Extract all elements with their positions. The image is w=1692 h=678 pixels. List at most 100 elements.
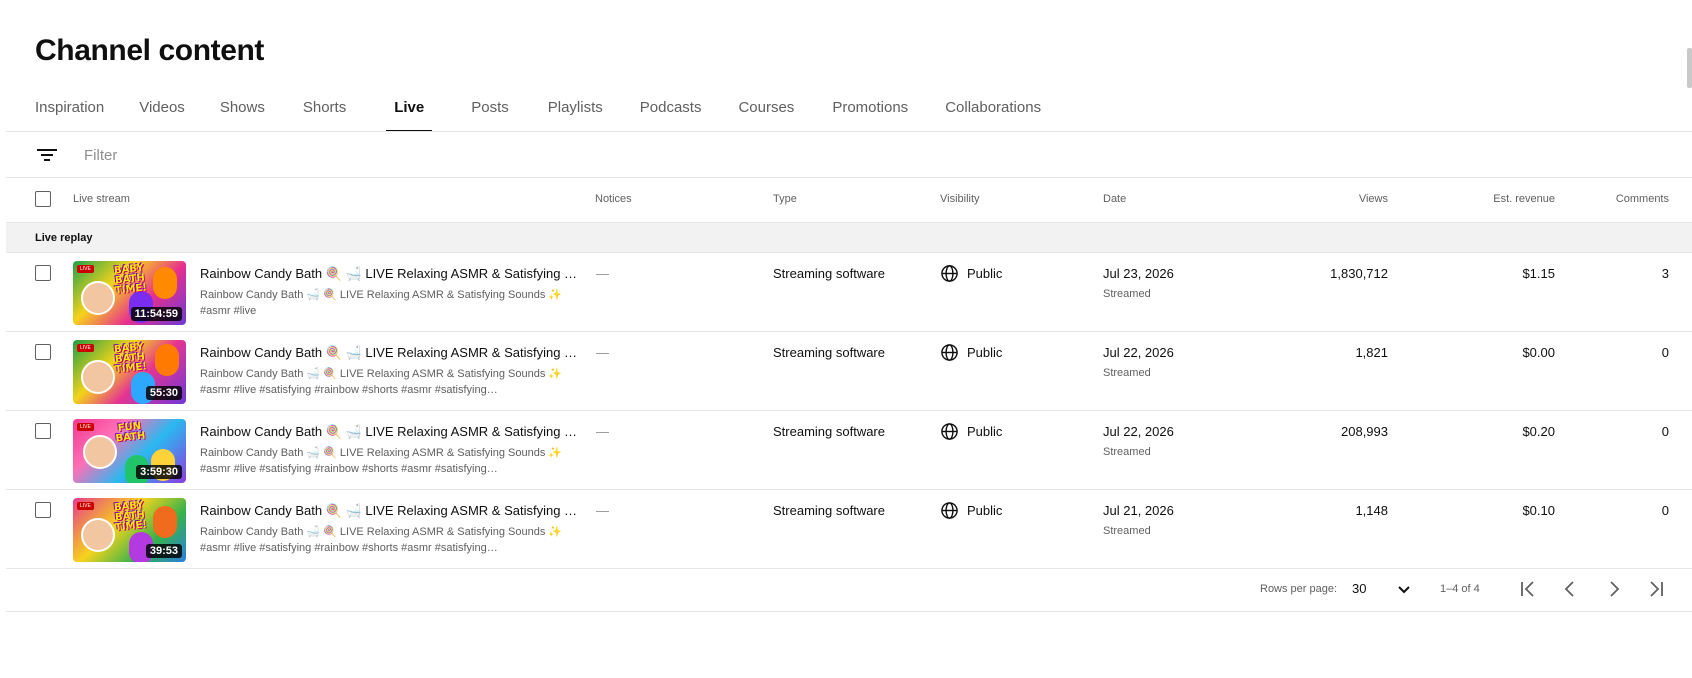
header-notices: Notices	[595, 193, 632, 205]
revenue-value: $0.20	[1522, 424, 1555, 439]
section-header-live-replay: Live replay	[6, 222, 1692, 253]
globe-icon	[941, 501, 958, 519]
type-value: Streaming software	[773, 503, 885, 518]
select-all-checkbox[interactable]	[35, 191, 51, 207]
description-line: Rainbow Candy Bath 🛁 🍭 LIVE Relaxing ASM…	[200, 289, 563, 301]
video-thumbnail[interactable]: LIVE BABY BATH TIME! 39:53	[73, 498, 186, 562]
row-checkbox[interactable]	[35, 344, 51, 360]
tab-playlists[interactable]: Playlists	[548, 92, 603, 132]
previous-page-icon[interactable]	[1557, 576, 1583, 602]
video-description: Rainbow Candy Bath 🛁 🍭 LIVE Relaxing ASM…	[200, 445, 580, 477]
type-value: Streaming software	[773, 266, 885, 281]
row-checkbox[interactable]	[35, 265, 51, 281]
header-type: Type	[773, 193, 797, 205]
date-status: Streamed	[1103, 525, 1151, 537]
header-views[interactable]: Views	[1359, 193, 1388, 205]
scrollbar-thumb[interactable]	[1687, 48, 1692, 88]
tab-promotions[interactable]: Promotions	[832, 92, 908, 132]
header-live-stream: Live stream	[73, 193, 130, 205]
tab-shorts[interactable]: Shorts	[303, 92, 346, 132]
live-badge-icon: LIVE	[77, 265, 94, 273]
tab-collaborations[interactable]: Collaborations	[945, 92, 1041, 132]
video-description: Rainbow Candy Bath 🛁 🍭 LIVE Relaxing ASM…	[200, 366, 580, 398]
visibility-dropdown[interactable]: Public	[940, 263, 1002, 283]
visibility-dropdown[interactable]: Public	[940, 421, 1002, 441]
globe-icon	[941, 343, 958, 361]
visibility-dropdown[interactable]: Public	[940, 500, 1002, 520]
date-status: Streamed	[1103, 367, 1151, 379]
date-value: Jul 22, 2026	[1103, 424, 1174, 439]
rows-per-page-label: Rows per page:	[1260, 583, 1338, 595]
date-value: Jul 21, 2026	[1103, 503, 1174, 518]
table-row[interactable]: LIVE BABY BATH TIME! 55:30 Rainbow Candy…	[6, 332, 1692, 411]
tab-live[interactable]: Live	[386, 92, 433, 132]
video-thumbnail[interactable]: LIVE BABY BATH TIME! 55:30	[73, 340, 186, 404]
views-value: 1,821	[1355, 345, 1388, 360]
visibility-dropdown[interactable]: Public	[940, 342, 1002, 362]
tab-videos[interactable]: Videos	[139, 92, 185, 132]
duration-badge: 3:59:30	[136, 465, 182, 479]
live-badge-icon: LIVE	[77, 502, 94, 510]
date-value: Jul 22, 2026	[1103, 345, 1174, 360]
header-comments[interactable]: Comments	[1616, 193, 1669, 205]
visibility-label: Public	[967, 502, 1003, 518]
live-badge-icon: LIVE	[77, 344, 94, 352]
chevron-down-icon[interactable]	[1392, 577, 1416, 601]
type-value: Streaming software	[773, 345, 885, 360]
description-tags: #asmr #live #satisfying #rainbow #shorts…	[200, 542, 498, 554]
visibility-label: Public	[967, 265, 1003, 281]
tab-inspiration[interactable]: Inspiration	[35, 92, 104, 132]
thumbnail-text: BABY BATH TIME!	[113, 262, 148, 297]
rows-per-page-select[interactable]: 30	[1352, 581, 1366, 596]
page-title: Channel content	[35, 34, 265, 67]
date-status: Streamed	[1103, 288, 1151, 300]
tab-shows[interactable]: Shows	[220, 92, 265, 132]
video-title[interactable]: Rainbow Candy Bath 🍭 🛁 LIVE Relaxing ASM…	[200, 345, 580, 361]
duration-badge: 39:53	[145, 544, 182, 558]
visibility-label: Public	[967, 423, 1003, 439]
header-revenue[interactable]: Est. revenue	[1493, 193, 1555, 205]
video-thumbnail[interactable]: LIVE BABY BATH TIME! 11:54:59	[73, 261, 186, 325]
comments-value: 0	[1661, 503, 1669, 518]
visibility-label: Public	[967, 344, 1003, 360]
duration-badge: 55:30	[145, 386, 182, 400]
table-header: Live stream Notices Type Visibility Date…	[6, 178, 1692, 222]
thumbnail-text: BABY BATH TIME!	[113, 341, 148, 376]
description-line: Rainbow Candy Bath 🛁 🍭 LIVE Relaxing ASM…	[200, 447, 563, 459]
description-tags: #asmr #live #satisfying #rainbow #shorts…	[200, 463, 498, 475]
notices-value: —	[596, 266, 609, 281]
video-thumbnail[interactable]: LIVE FUN BATH 3:59:30	[73, 419, 186, 483]
header-date: Date	[1103, 193, 1127, 205]
video-description: Rainbow Candy Bath 🛁 🍭 LIVE Relaxing ASM…	[200, 287, 580, 319]
views-value: 208,993	[1341, 424, 1388, 439]
filter-input[interactable]	[84, 142, 584, 168]
last-page-icon[interactable]	[1643, 576, 1669, 602]
comments-value: 0	[1661, 345, 1669, 360]
description-line: Rainbow Candy Bath 🛁 🍭 LIVE Relaxing ASM…	[200, 368, 563, 380]
row-checkbox[interactable]	[35, 502, 51, 518]
filter-lines-icon[interactable]	[34, 144, 60, 166]
pagination-bar: Rows per page: 30 1–4 of 4	[6, 567, 1692, 612]
date-status: Streamed	[1103, 446, 1151, 458]
table-row[interactable]: LIVE BABY BATH TIME! 11:54:59 Rainbow Ca…	[6, 253, 1692, 332]
views-value: 1,830,712	[1330, 266, 1388, 281]
section-label: Live replay	[35, 232, 93, 244]
video-title[interactable]: Rainbow Candy Bath 🍭 🛁 LIVE Relaxing ASM…	[200, 424, 580, 440]
tab-podcasts[interactable]: Podcasts	[640, 92, 702, 132]
video-title[interactable]: Rainbow Candy Bath 🍭 🛁 LIVE Relaxing ASM…	[200, 266, 580, 282]
comments-value: 3	[1661, 266, 1669, 281]
tab-posts[interactable]: Posts	[471, 92, 509, 132]
table-row[interactable]: LIVE BABY BATH TIME! 39:53 Rainbow Candy…	[6, 490, 1692, 569]
date-value: Jul 23, 2026	[1103, 266, 1174, 281]
row-checkbox[interactable]	[35, 423, 51, 439]
description-line: Rainbow Candy Bath 🛁 🍭 LIVE Relaxing ASM…	[200, 526, 563, 538]
tab-courses[interactable]: Courses	[738, 92, 794, 132]
content-tabs: Inspiration Videos Shows Shorts Live Pos…	[35, 92, 1041, 132]
notices-value: —	[596, 424, 609, 439]
duration-badge: 11:54:59	[130, 307, 182, 321]
first-page-icon[interactable]	[1515, 576, 1541, 602]
table-row[interactable]: LIVE FUN BATH 3:59:30 Rainbow Candy Bath…	[6, 411, 1692, 490]
next-page-icon[interactable]	[1601, 576, 1627, 602]
filter-bar	[6, 132, 1692, 177]
video-title[interactable]: Rainbow Candy Bath 🍭 🛁 LIVE Relaxing ASM…	[200, 503, 580, 519]
